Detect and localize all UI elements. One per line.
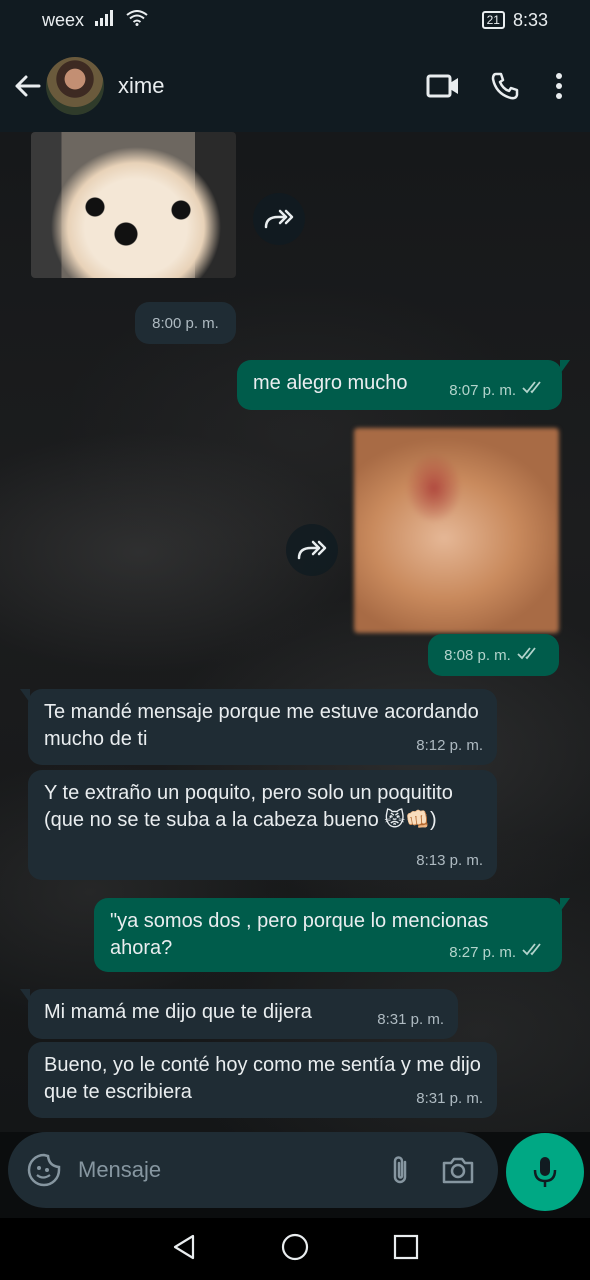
message-bubble-outgoing[interactable]: me alegro mucho 8:07 p. m. (237, 360, 570, 410)
time-label: 8:31 p. m. (416, 1090, 483, 1107)
time-label: 8:27 p. m. (449, 944, 516, 961)
forward-icon[interactable] (286, 524, 338, 576)
signal-icon (94, 9, 116, 31)
carrier-label: weex (42, 9, 85, 30)
camera-icon[interactable] (434, 1146, 482, 1194)
message-bubble-incoming[interactable]: Mi mamá me dijo que te dijera 8:31 p. m. (20, 989, 458, 1039)
message-text: me alegro mucho (253, 372, 408, 394)
time-label: 8:08 p. m. (444, 646, 511, 664)
input-pill (8, 1132, 498, 1208)
image-timestamp: 8:00 p. m. (135, 302, 236, 344)
status-bar: weex 21 8:33 (0, 0, 590, 40)
message-text: Y te extraño un poquito, pero solo un po… (44, 782, 453, 831)
system-nav-bar (0, 1218, 590, 1280)
blurry-photo-icon[interactable] (354, 428, 559, 633)
paperclip-icon[interactable] (376, 1146, 424, 1194)
message-input[interactable] (78, 1157, 376, 1183)
message-meta: 8:13 p. m. (416, 847, 483, 874)
time-label: 8:13 p. m. (416, 852, 483, 869)
nav-home-icon[interactable] (280, 1232, 310, 1267)
battery-icon: 21 (481, 11, 505, 29)
chat-header: xime (0, 40, 590, 132)
message-bubble-incoming[interactable]: Te mandé mensaje porque me estuve acorda… (20, 689, 497, 765)
message-meta: 8:31 p. m. (377, 1006, 444, 1033)
microphone-icon[interactable] (506, 1133, 584, 1211)
double-check-icon (522, 377, 548, 404)
message-meta: 8:31 p. m. (416, 1085, 483, 1112)
message-bubble-incoming[interactable]: Bueno, yo le conté hoy como me sentía y … (28, 1042, 497, 1118)
double-check-icon (517, 645, 543, 665)
back-arrow-icon[interactable] (10, 69, 44, 103)
battery-level: 21 (486, 13, 500, 27)
image-timestamp: 8:08 p. m. (428, 634, 559, 676)
sticker-emoji-icon[interactable] (24, 1150, 64, 1190)
message-composer (0, 1132, 590, 1218)
phone-call-icon[interactable] (474, 56, 536, 116)
message-bubble-incoming[interactable]: Y te extraño un poquito, pero solo un po… (28, 770, 497, 880)
message-meta: 8:27 p. m. (449, 939, 548, 966)
nav-recents-icon[interactable] (393, 1234, 419, 1265)
contact-name[interactable]: xime (118, 73, 412, 99)
message-text: Te mandé mensaje porque me estuve acorda… (44, 701, 479, 750)
message-text: "ya somos dos , pero porque lo mencionas… (110, 910, 489, 959)
wifi-icon (126, 9, 148, 31)
message-meta: 8:12 p. m. (416, 732, 483, 759)
more-options-icon[interactable] (536, 56, 582, 116)
nav-back-icon[interactable] (171, 1233, 197, 1266)
time-label: 8:12 p. m. (416, 737, 483, 754)
avatar[interactable] (46, 57, 104, 115)
message-meta: 8:07 p. m. (449, 377, 548, 404)
forward-icon[interactable] (253, 193, 305, 245)
puppy-photo-icon[interactable] (31, 132, 236, 278)
chat-area[interactable]: 8:00 p. m. me alegro mucho 8:07 p. m. 8:… (0, 132, 590, 1132)
message-bubble-outgoing[interactable]: "ya somos dos , pero porque lo mencionas… (94, 898, 570, 972)
clock: 8:33 (512, 9, 548, 30)
time-label: 8:31 p. m. (377, 1011, 444, 1028)
time-label: 8:07 p. m. (449, 382, 516, 399)
video-call-icon[interactable] (412, 56, 474, 116)
double-check-icon (522, 939, 548, 966)
time-label: 8:00 p. m. (152, 314, 219, 332)
message-text: Mi mamá me dijo que te dijera (44, 1001, 312, 1023)
